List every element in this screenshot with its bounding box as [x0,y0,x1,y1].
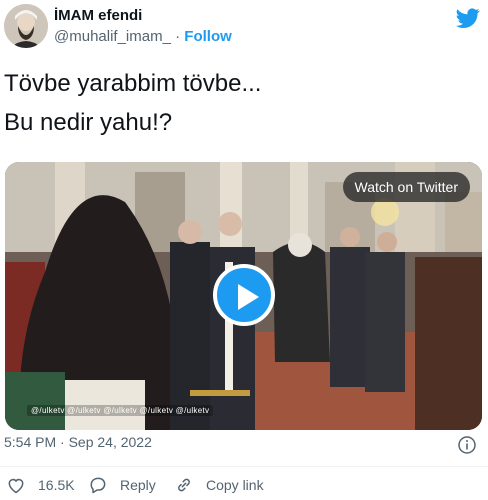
link-icon [178,478,190,492]
play-icon [238,284,259,310]
author-handle[interactable]: @muhalif_imam_ [54,28,171,45]
separator-dot: · [175,28,181,45]
reply-icon [90,477,106,494]
info-icon[interactable] [458,436,476,454]
tweet-text: Tövbe yarabbim tövbe... Bu nedir yahu!? [4,70,262,136]
video-watermark: @/ulketv @/ulketv @/ulketv @/ulketv @/ul… [27,405,214,416]
reply-button[interactable]: Reply [88,474,156,496]
like-count: 16.5K [38,477,75,493]
copy-link-label: Copy link [206,477,264,493]
avatar[interactable] [4,4,48,48]
tweet-timestamp[interactable]: 5:54 PM · Sep 24, 2022 [4,434,152,450]
author-subline: @muhalif_imam_ · Follow [54,28,232,45]
tweet-header: İMAM efendi @muhalif_imam_ · Follow [0,0,488,56]
like-button[interactable]: 16.5K [6,474,75,496]
tweet-actions: 16.5K Reply Copy link [0,472,488,496]
author-name[interactable]: İMAM efendi [54,7,142,24]
play-button[interactable] [213,264,275,326]
video-player[interactable]: Watch on Twitter @/ulketv @/ulketv @/ulk… [5,162,482,430]
watch-on-twitter-button[interactable]: Watch on Twitter [342,172,470,202]
reply-label: Reply [120,477,156,493]
twitter-bird-icon[interactable] [456,6,480,30]
heart-icon [8,478,24,494]
copy-link-button[interactable]: Copy link [174,474,264,496]
follow-button[interactable]: Follow [184,28,232,45]
divider [0,466,488,467]
